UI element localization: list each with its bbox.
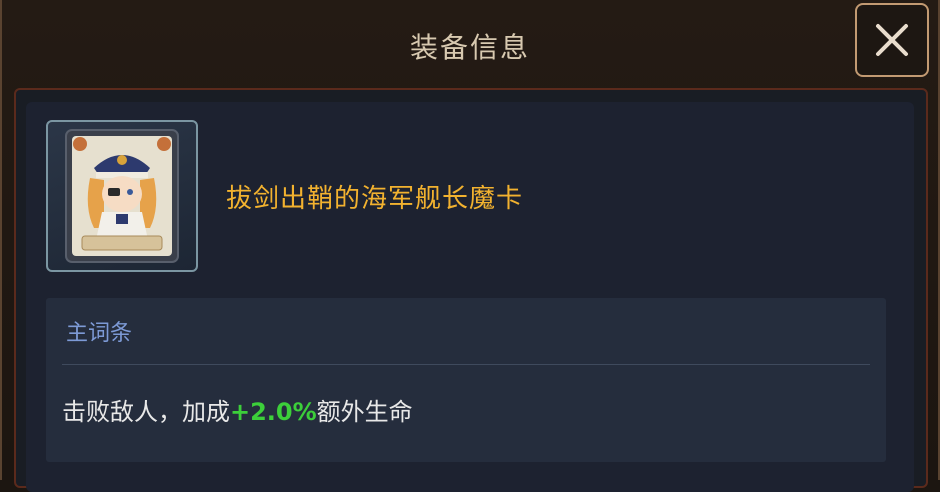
effect-value: +2.0% — [230, 398, 317, 426]
main-affix-box: 主词条 击败敌人，加成+2.0%额外生命 — [46, 298, 886, 462]
item-name: 拔剑出鞘的海军舰长魔卡 — [226, 184, 524, 214]
close-button[interactable] — [855, 3, 929, 77]
affix-divider — [62, 364, 870, 365]
navy-captain-card-icon — [65, 129, 179, 263]
dialog-title: 装备信息 — [409, 31, 530, 64]
effect-prefix: 击败敌人，加成 — [62, 398, 230, 426]
effect-suffix: 额外生命 — [316, 398, 413, 426]
main-affix-effect: 击败敌人，加成+2.0%额外生命 — [62, 392, 413, 427]
main-affix-header: 主词条 — [66, 321, 133, 346]
close-icon — [876, 24, 908, 56]
item-slot[interactable] — [46, 120, 198, 272]
